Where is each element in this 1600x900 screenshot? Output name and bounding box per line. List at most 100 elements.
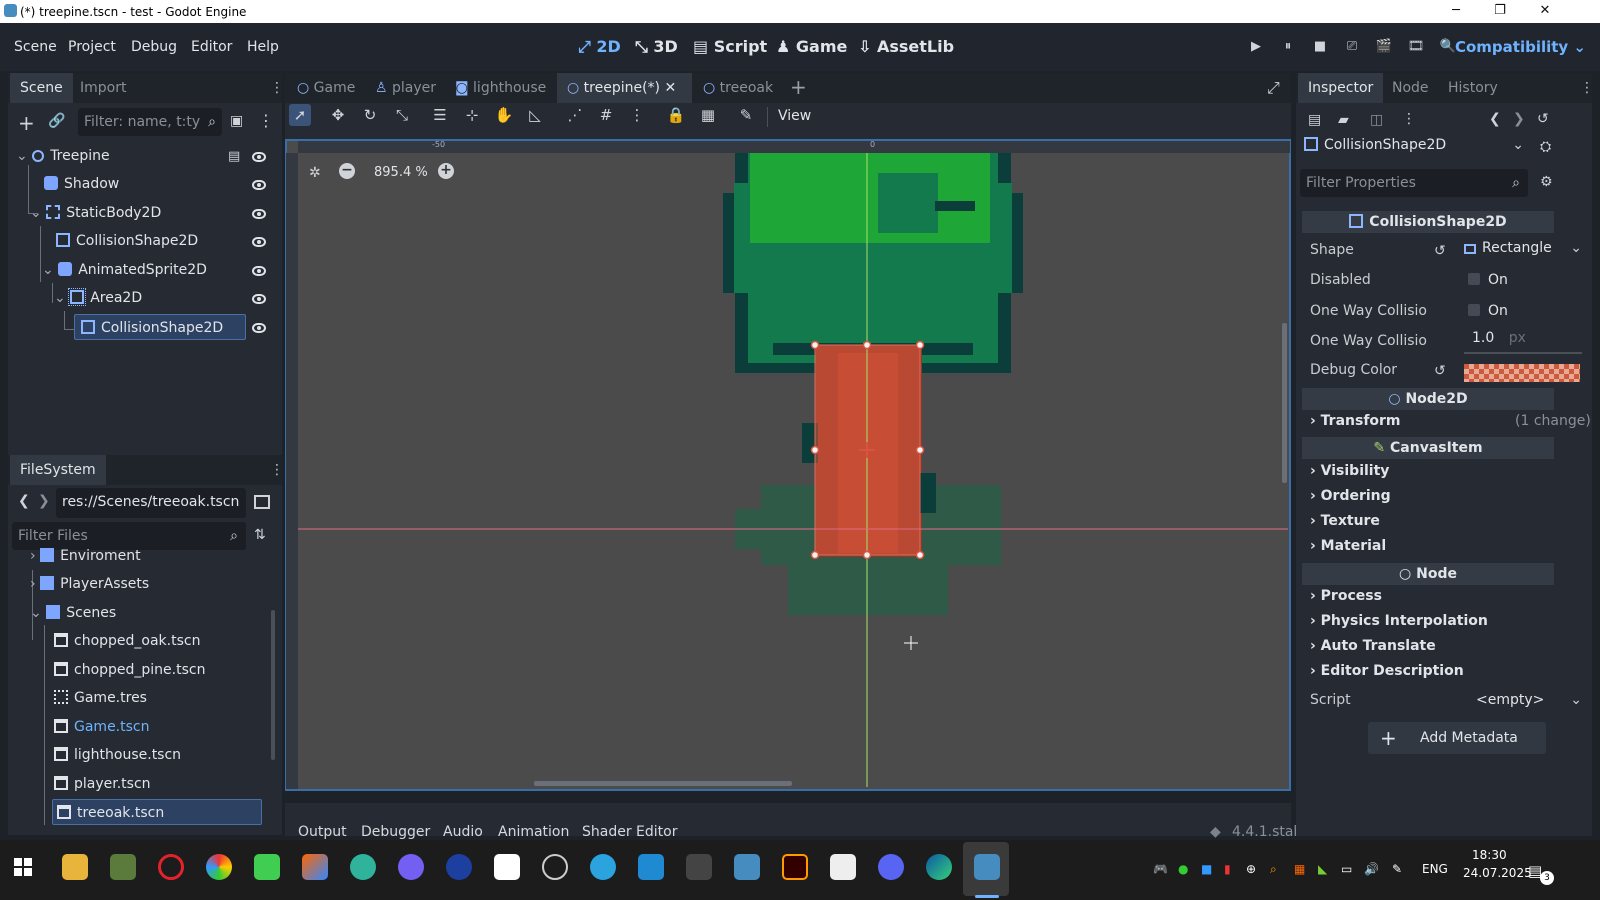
file-item-chopped-oak[interactable]: chopped_oak.tscn: [54, 628, 200, 654]
workspace-3d-button[interactable]: ⤡ 3D: [635, 37, 678, 57]
new-resource-icon[interactable]: ▤: [1308, 112, 1321, 128]
blender-icon[interactable]: [302, 854, 328, 880]
scale-tool-icon[interactable]: ⤡: [391, 104, 413, 126]
file-item-enviroment[interactable]: › Enviroment: [30, 543, 141, 569]
oneway-margin-spinbox[interactable]: 1.0 px: [1464, 330, 1582, 354]
file-item-treeoak[interactable]: treeoak.tscn: [52, 799, 262, 825]
file-item-playerassets[interactable]: › PlayerAssets: [30, 571, 149, 597]
visibility-eye-icon[interactable]: [252, 266, 266, 276]
instance-scene-icon[interactable]: 🔗: [48, 113, 65, 129]
minimize-button[interactable]: ─: [1433, 0, 1479, 23]
distraction-free-icon[interactable]: ⤢: [1267, 78, 1280, 98]
pan-tool-icon[interactable]: ✋: [493, 104, 515, 126]
menu-editor[interactable]: Editor: [191, 39, 232, 55]
tray-app-icon[interactable]: ▦: [1294, 862, 1305, 876]
telegram-icon[interactable]: [590, 854, 616, 880]
bottom-tab-audio[interactable]: Audio: [443, 824, 483, 840]
visibility-eye-icon[interactable]: [252, 180, 266, 190]
select-tool-icon[interactable]: ➚: [289, 104, 311, 126]
tree-item-staticbody2d[interactable]: ⌄ StaticBody2D: [30, 200, 161, 226]
godot-icon[interactable]: [734, 854, 760, 880]
filesystem-menu-icon[interactable]: ⋮: [270, 462, 282, 478]
zoom-reset-icon[interactable]: ✲: [309, 165, 321, 181]
group-icon[interactable]: ▦: [697, 104, 719, 126]
section-editor-description[interactable]: › Editor Description: [1310, 663, 1464, 679]
filter-properties-input[interactable]: Filter Properties ⌕: [1300, 169, 1528, 197]
edge-icon[interactable]: [926, 854, 952, 880]
section-texture[interactable]: › Texture: [1310, 513, 1380, 529]
menu-scene[interactable]: Scene: [14, 39, 57, 55]
workspace-script-button[interactable]: ▤ Script: [693, 37, 767, 56]
zoom-out-icon[interactable]: −: [339, 163, 355, 179]
tray-app-icon[interactable]: ■: [1201, 862, 1212, 876]
section-ordering[interactable]: › Ordering: [1310, 488, 1391, 504]
bottom-tab-shader-editor[interactable]: Shader Editor: [582, 824, 677, 840]
lock-icon[interactable]: 🔒: [665, 104, 687, 126]
scene-tab-lighthouse[interactable]: ◙ lighthouse: [445, 73, 556, 103]
resource-menu-icon[interactable]: ⋮: [1402, 111, 1416, 127]
node-type-selector[interactable]: CollisionShape2D ⌄: [1304, 137, 1528, 163]
unity-icon[interactable]: [686, 854, 712, 880]
add-scene-tab-icon[interactable]: +: [790, 75, 807, 99]
close-tab-icon[interactable]: ✕: [664, 80, 676, 96]
open-resource-icon[interactable]: ▰: [1338, 112, 1349, 128]
file-item-lighthouse[interactable]: lighthouse.tscn: [54, 742, 181, 768]
toggle-split-mode-icon[interactable]: [254, 495, 270, 509]
revert-icon[interactable]: ↺: [1434, 363, 1446, 379]
app-icon[interactable]: [446, 854, 472, 880]
godot-active-icon[interactable]: [974, 854, 1000, 880]
tab-history[interactable]: History: [1438, 73, 1508, 103]
scene-tab-game[interactable]: ○ Game: [287, 73, 365, 103]
section-process[interactable]: › Process: [1310, 588, 1382, 604]
rotate-tool-icon[interactable]: ↻: [359, 104, 381, 126]
inspector-dock-menu-icon[interactable]: ⋮: [1580, 80, 1594, 96]
maximize-button[interactable]: ❐: [1477, 0, 1523, 23]
opera-icon[interactable]: [158, 854, 184, 880]
history-back-icon[interactable]: ❮: [1489, 111, 1501, 127]
file-item-scenes[interactable]: ⌄ Scenes: [30, 600, 116, 626]
tab-scene[interactable]: Scene: [10, 73, 73, 103]
debug-color-swatch[interactable]: [1464, 364, 1580, 382]
tray-app-icon[interactable]: ▮: [1224, 862, 1231, 876]
pivot-tool-icon[interactable]: ⊹: [461, 104, 483, 126]
back-arrow-icon[interactable]: ❮: [18, 493, 30, 509]
stop-button[interactable]: ■: [1311, 38, 1329, 56]
snap-options-icon[interactable]: ⋮: [626, 104, 648, 126]
play-project-button[interactable]: ▶: [1247, 38, 1265, 56]
menu-debug[interactable]: Debug: [131, 39, 177, 55]
visibility-eye-icon[interactable]: [252, 323, 266, 333]
obs-icon[interactable]: [542, 854, 568, 880]
clock-time[interactable]: 18:30: [1472, 848, 1507, 862]
app-icon[interactable]: [830, 854, 856, 880]
add-node-button[interactable]: +: [18, 111, 35, 135]
save-resource-icon[interactable]: ◫: [1370, 112, 1383, 128]
sort-files-icon[interactable]: ⇅: [254, 527, 266, 543]
app-icon[interactable]: [206, 854, 232, 880]
visibility-eye-icon[interactable]: [252, 294, 266, 304]
qt-creator-icon[interactable]: [254, 854, 280, 880]
grid-snap-icon[interactable]: #: [595, 104, 617, 126]
tree-item-collisionshape2d[interactable]: CollisionShape2D: [56, 228, 198, 254]
visibility-eye-icon[interactable]: [252, 237, 266, 247]
tab-inspector[interactable]: Inspector: [1298, 73, 1384, 103]
tree-item-shadow[interactable]: Shadow: [44, 171, 119, 197]
pen-icon[interactable]: ✎: [1392, 862, 1402, 876]
inspector-options-icon[interactable]: ⚙: [1540, 174, 1553, 190]
tree-item-collisionshape2d-selected[interactable]: CollisionShape2D: [74, 314, 246, 340]
filesystem-scrollbar[interactable]: [271, 610, 275, 760]
tree-item-treepine[interactable]: ⌄ Treepine: [16, 143, 110, 169]
visibility-eye-icon[interactable]: [252, 209, 266, 219]
tab-import[interactable]: Import: [70, 73, 136, 103]
smart-snap-icon[interactable]: ⋰: [564, 104, 586, 126]
bottom-tab-animation[interactable]: Animation: [498, 824, 569, 840]
app-icon[interactable]: [350, 854, 376, 880]
ruler-tool-icon[interactable]: ◺: [524, 104, 546, 126]
scene-tab-treeoak[interactable]: ○ treeoak: [693, 73, 783, 103]
viber-icon[interactable]: [398, 854, 424, 880]
file-explorer-icon[interactable]: [62, 854, 88, 880]
tab-node[interactable]: Node: [1382, 73, 1439, 103]
zoom-in-icon[interactable]: +: [438, 163, 454, 179]
section-transform[interactable]: › Transform: [1310, 413, 1401, 429]
tray-app-icon[interactable]: ⌕: [1270, 862, 1277, 877]
script-resource-picker[interactable]: <empty> ⌄: [1476, 692, 1582, 714]
